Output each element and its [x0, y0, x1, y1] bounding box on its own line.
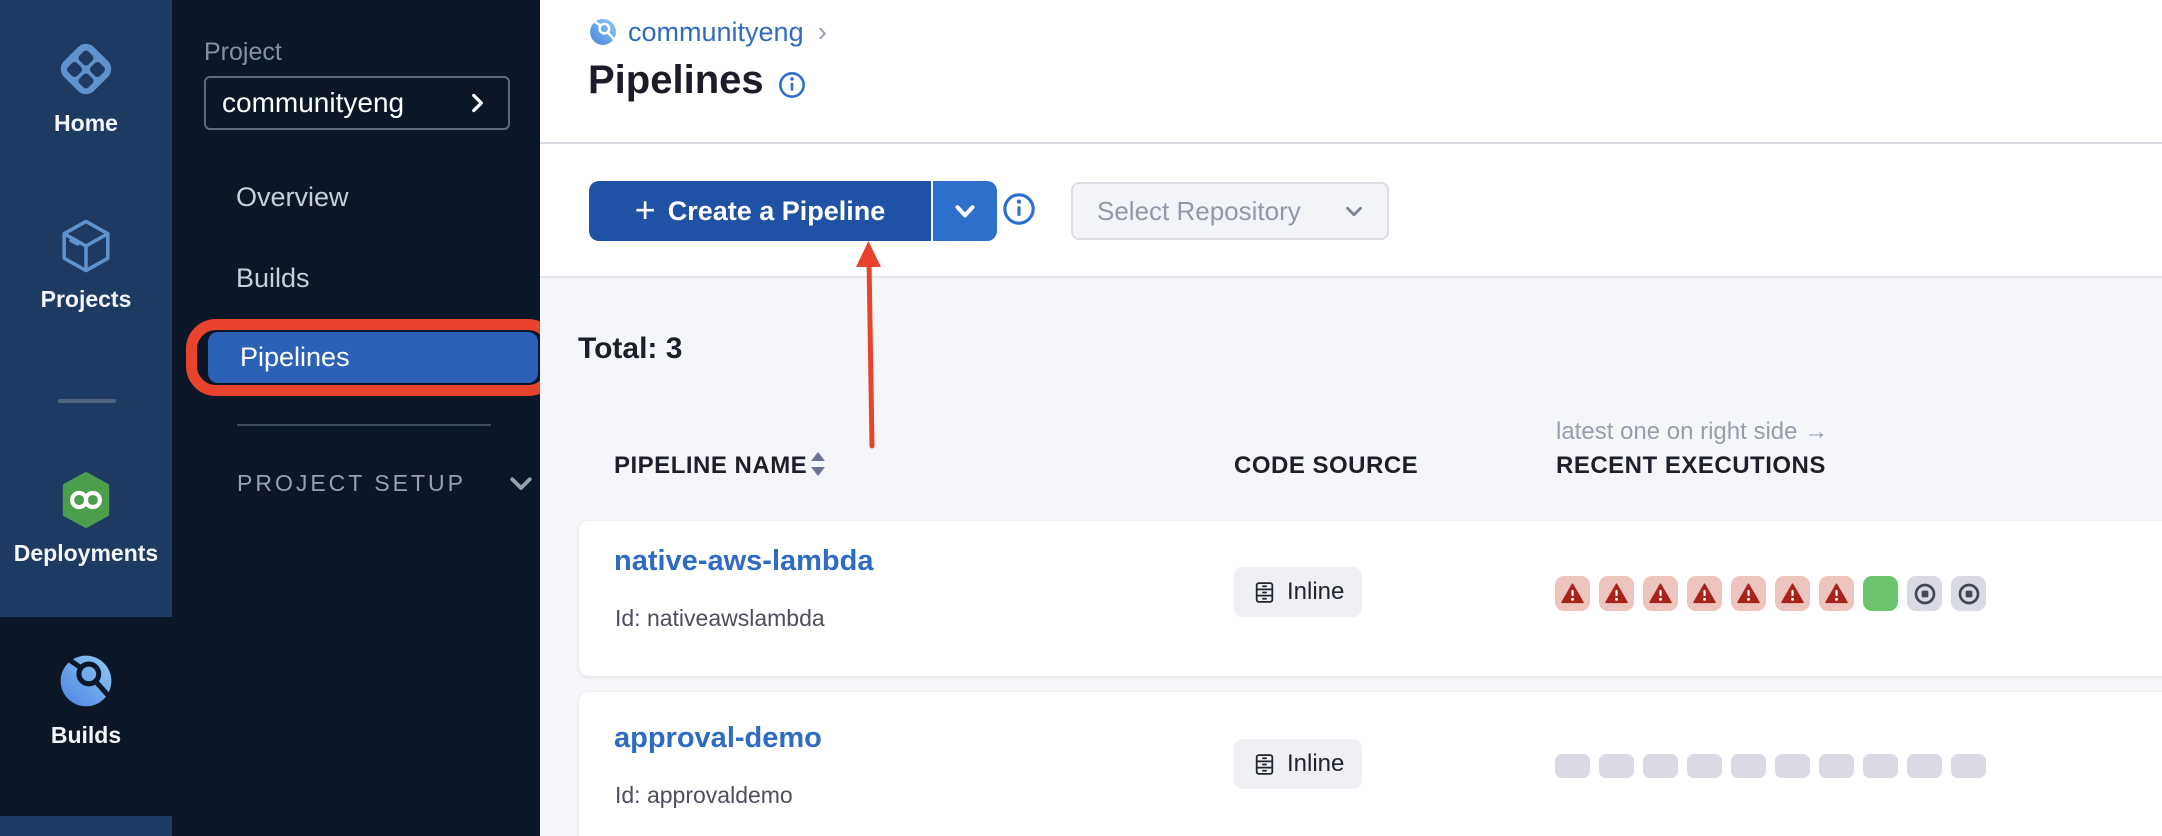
warning-triangle-icon: [1693, 582, 1716, 605]
rail-label-home: Home: [0, 110, 172, 137]
chevron-right-icon: [464, 90, 490, 116]
chevron-down-icon: [1341, 198, 1367, 224]
code-source-label: Inline: [1287, 578, 1344, 606]
rail-item-projects[interactable]: Projects: [0, 216, 172, 313]
warning-triangle-icon: [1737, 582, 1760, 605]
recent-executions-row: [1555, 576, 1986, 611]
pipelines-list-section: Total: 3 latest one on right side → PIPE…: [540, 278, 2162, 836]
builds-module-icon: [588, 17, 618, 47]
main-content: communityeng › Pipelines + Create a Pipe…: [540, 0, 2162, 836]
pipeline-name-link[interactable]: approval-demo: [614, 722, 822, 755]
project-selector[interactable]: communityeng: [204, 76, 510, 130]
sort-icon[interactable]: [808, 449, 828, 479]
pipeline-row-approval-demo[interactable]: approval-demo Id: approvaldemo Inline: [579, 692, 2162, 836]
execution-status-failed[interactable]: [1819, 576, 1854, 611]
projects-icon: [56, 216, 116, 276]
deployments-icon: [56, 470, 116, 530]
inline-store-icon: [1252, 580, 1277, 605]
execution-status-aborted[interactable]: [1907, 576, 1942, 611]
column-header-pipeline-name[interactable]: PIPELINE NAME: [614, 452, 807, 480]
project-selector-value: communityeng: [222, 87, 404, 119]
create-pipeline-label: Create a Pipeline: [668, 196, 886, 227]
warning-triangle-icon: [1649, 582, 1672, 605]
project-section-label: Project: [204, 38, 282, 67]
pipeline-id: Id: approvaldemo: [615, 782, 793, 809]
rail-divider: [58, 399, 116, 403]
execution-status-failed[interactable]: [1555, 576, 1590, 611]
execution-status-empty: [1863, 754, 1898, 778]
execution-status-empty: [1687, 754, 1722, 778]
chevron-down-icon: [950, 196, 980, 226]
nav-item-overview[interactable]: Overview: [236, 182, 349, 213]
breadcrumb-project-link[interactable]: communityeng: [628, 17, 804, 48]
create-pipeline-button-group: + Create a Pipeline: [589, 181, 997, 241]
nav-item-builds[interactable]: Builds: [236, 263, 310, 294]
execution-status-empty: [1819, 754, 1854, 778]
repository-select-placeholder: Select Repository: [1097, 196, 1301, 227]
warning-triangle-icon: [1825, 582, 1848, 605]
nav-item-pipelines[interactable]: Pipelines: [208, 332, 538, 383]
rail-item-builds[interactable]: Builds: [0, 650, 172, 749]
pipeline-id: Id: nativeawslambda: [615, 605, 825, 632]
create-pipeline-dropdown-button[interactable]: [933, 181, 997, 241]
execution-status-empty: [1599, 754, 1634, 778]
rail-label-builds: Builds: [0, 722, 172, 749]
column-header-recent-executions: RECENT EXECUTIONS: [1556, 452, 1826, 480]
panel-divider: [237, 424, 491, 426]
column-header-code-source: CODE SOURCE: [1234, 452, 1418, 480]
rail-label-deployments: Deployments: [0, 540, 172, 567]
project-setup-toggle[interactable]: PROJECT SETUP: [237, 468, 536, 498]
execution-status-empty: [1775, 754, 1810, 778]
warning-triangle-icon: [1781, 582, 1804, 605]
execution-status-failed[interactable]: [1687, 576, 1722, 611]
harness-pipelines-page: Home Projects Deployments: [0, 0, 2162, 836]
execution-status-aborted[interactable]: [1951, 576, 1986, 611]
recent-executions-row: [1555, 754, 1986, 778]
module-rail: Home Projects Deployments: [0, 0, 172, 836]
rail-item-home[interactable]: Home: [0, 38, 172, 137]
stop-circle-icon: [1912, 581, 1938, 607]
execution-status-failed[interactable]: [1643, 576, 1678, 611]
code-source-badge: Inline: [1234, 567, 1362, 617]
execution-status-empty: [1643, 754, 1678, 778]
code-source-label: Inline: [1287, 750, 1344, 778]
header-divider: [540, 142, 2162, 144]
execution-status-empty: [1951, 754, 1986, 778]
builds-icon: [55, 650, 117, 712]
pipeline-row-native-aws-lambda[interactable]: native-aws-lambda Id: nativeawslambda In…: [579, 521, 2162, 676]
project-setup-label: PROJECT SETUP: [237, 470, 466, 497]
inline-store-icon: [1252, 752, 1277, 777]
repository-select[interactable]: Select Repository: [1071, 182, 1389, 240]
warning-triangle-icon: [1561, 582, 1584, 605]
nav-item-pipelines-label: Pipelines: [240, 342, 350, 373]
rail-label-projects: Projects: [0, 286, 172, 313]
stop-circle-icon: [1956, 581, 1982, 607]
warning-triangle-icon: [1605, 582, 1628, 605]
breadcrumb-chevron: ›: [818, 16, 827, 48]
execution-status-failed[interactable]: [1599, 576, 1634, 611]
execution-status-failed[interactable]: [1775, 576, 1810, 611]
rail-item-deployments[interactable]: Deployments: [0, 470, 172, 567]
execution-status-empty: [1731, 754, 1766, 778]
chevron-down-icon: [506, 468, 536, 498]
create-pipeline-button[interactable]: + Create a Pipeline: [589, 181, 931, 241]
page-title: Pipelines: [588, 58, 764, 103]
execution-status-failed[interactable]: [1731, 576, 1766, 611]
project-nav-panel: Project communityeng Overview Builds Pip…: [172, 0, 540, 836]
total-count: Total: 3: [578, 332, 682, 366]
execution-status-empty: [1907, 754, 1942, 778]
execution-status-empty: [1555, 754, 1590, 778]
home-icon: [55, 38, 117, 100]
breadcrumb: communityeng ›: [588, 16, 827, 48]
pipeline-name-link[interactable]: native-aws-lambda: [614, 545, 873, 578]
execution-status-success[interactable]: [1863, 576, 1898, 611]
executions-hint: latest one on right side →: [1556, 418, 1828, 446]
code-source-badge: Inline: [1234, 739, 1362, 789]
title-info-icon[interactable]: [778, 71, 806, 99]
toolbar-info-icon[interactable]: [1002, 192, 1036, 226]
title-row: Pipelines: [588, 58, 806, 103]
